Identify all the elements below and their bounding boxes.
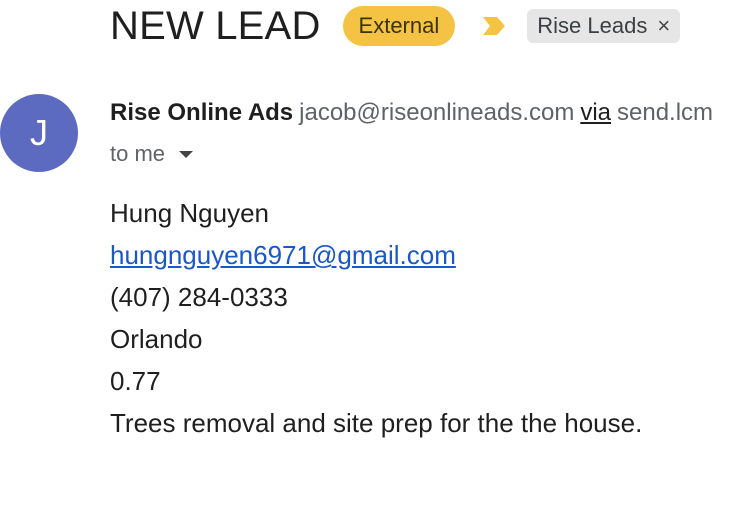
lead-name: Hung Nguyen [110,198,269,228]
email-body: Hung Nguyen hungnguyen6971@gmail.com (40… [110,192,642,444]
via-domain: send.lcm [617,99,714,126]
importance-marker-icon[interactable] [481,15,507,37]
sender-email: jacob@riseonlineads.com [299,99,575,126]
lead-message: Trees removal and site prep for the the … [110,408,643,438]
sender-avatar[interactable]: J [0,94,78,172]
chevron-down-icon[interactable] [179,150,194,158]
subject-row: NEW LEAD External Rise Leads × [110,4,681,48]
label-chip-text: Rise Leads [537,13,648,38]
label-chip-rise-leads[interactable]: Rise Leads × [527,9,681,43]
sender-name[interactable]: Rise Online Ads [110,99,293,126]
lead-city: Orlando [110,324,203,354]
sender-row: Rise Online Ads jacob@riseonlineads.com vi… [110,96,713,130]
lead-email-link[interactable]: hungnguyen6971@gmail.com [110,240,456,270]
recipient-row[interactable]: to me [110,138,194,170]
email-view: NEW LEAD External Rise Leads × J Rise On… [0,0,736,510]
via-link[interactable]: via [580,99,611,126]
remove-label-icon[interactable]: × [657,9,670,43]
recipient-text: to me [110,141,166,166]
email-subject: NEW LEAD [110,4,321,48]
external-badge[interactable]: External [342,6,456,46]
lead-acreage: 0.77 [110,366,161,396]
lead-phone: (407) 284-0333 [110,282,288,312]
